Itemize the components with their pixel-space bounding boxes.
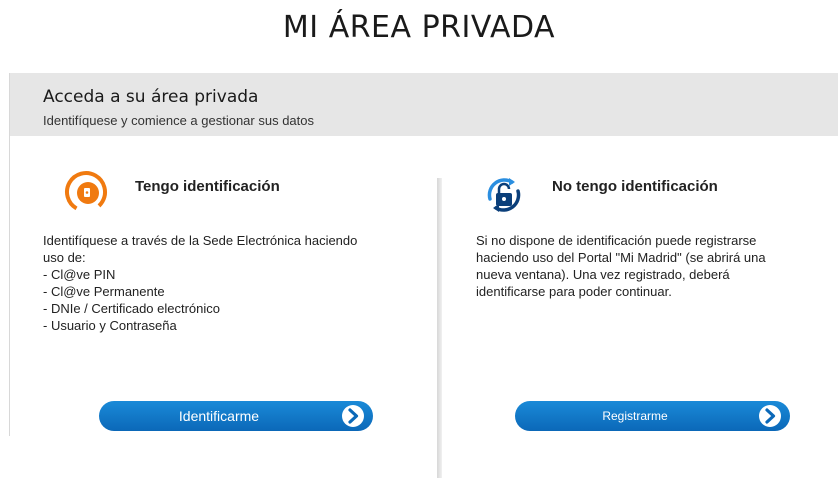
text-line: uso de: [43, 250, 86, 265]
panel-subtitle: Identifíquese y comience a gestionar sus… [43, 113, 314, 128]
have-id-heading: Tengo identificación [135, 178, 280, 195]
login-icon [64, 170, 108, 214]
list-item: - Usuario y Contraseña [43, 318, 177, 333]
panel-header: Acceda a su área privada Identifíquese y… [10, 73, 838, 136]
text-line: Si no dispone de identificación puede re… [476, 233, 757, 248]
arrow-right-icon [758, 404, 782, 428]
list-item: - Cl@ve Permanente [43, 284, 165, 299]
unlock-icon [482, 173, 526, 217]
list-item: - Cl@ve PIN [43, 267, 116, 282]
page-title: MI ÁREA PRIVADA [282, 10, 556, 45]
text-line: Identifíquese a través de la Sede Electr… [43, 233, 358, 248]
text-line: haciendo uso del Portal "Mi Madrid" (se … [476, 250, 766, 265]
identify-button[interactable]: Identificarme [99, 401, 373, 431]
have-id-description: Identifíquese a través de la Sede Electr… [43, 232, 413, 334]
register-button[interactable]: Registrarme [515, 401, 790, 431]
text-line: nueva ventana). Una vez registrado, debe… [476, 267, 730, 282]
no-id-description: Si no dispone de identificación puede re… [476, 232, 821, 300]
arrow-right-icon [341, 404, 365, 428]
register-button-label: Registrarme [602, 409, 668, 423]
have-id-section: Tengo identificación Identifíquese a tra… [10, 136, 437, 436]
no-id-section: No tengo identificación Si no dispone de… [442, 136, 838, 436]
identify-button-label: Identificarme [178, 408, 260, 424]
list-item: - DNIe / Certificado electrónico [43, 301, 221, 316]
text-line: identificarse para poder continuar. [476, 284, 672, 299]
no-id-heading: No tengo identificación [552, 178, 718, 195]
private-area-panel: Acceda a su área privada Identifíquese y… [9, 73, 838, 478]
panel-title: Acceda a su área privada [43, 87, 259, 107]
